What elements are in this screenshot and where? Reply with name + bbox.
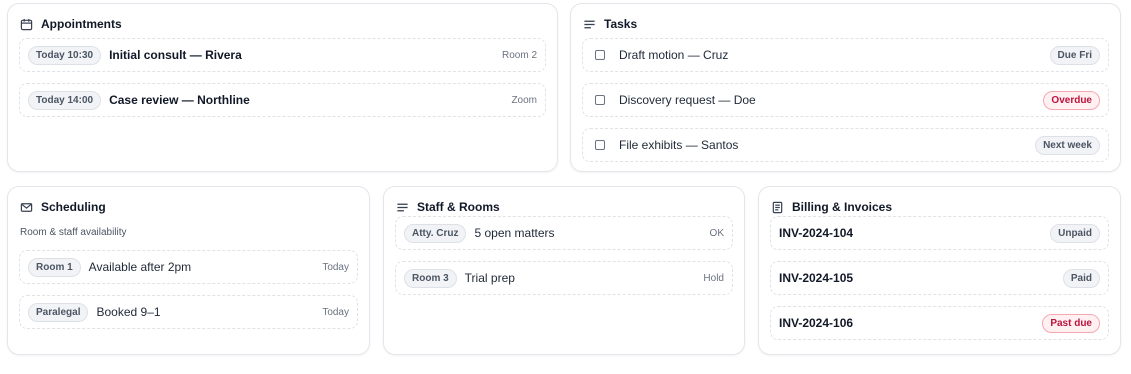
calendar-icon	[20, 18, 33, 31]
task-label: File exhibits — Santos	[619, 138, 739, 152]
tasks-panel: Tasks Draft motion — Cruz Due Fri Discov…	[570, 3, 1121, 172]
appointments-panel: Appointments Today 10:30 Initial consult…	[7, 3, 558, 172]
status-badge: Paid	[1062, 268, 1100, 288]
staff-status: OK	[709, 227, 724, 239]
staff-detail: Trial prep	[464, 271, 515, 285]
task-label: Discovery request — Doe	[619, 93, 756, 107]
invoice-row[interactable]: INV-2024-106 Past due	[770, 306, 1109, 340]
staff-rooms-panel: Staff & Rooms Atty. Cruz 5 open matters …	[383, 186, 745, 355]
availability-when: Today	[322, 306, 349, 318]
invoice-row[interactable]: INV-2024-105 Paid	[770, 261, 1109, 295]
staff-chip: Room 3	[404, 268, 457, 288]
task-label: Draft motion — Cruz	[619, 48, 729, 62]
task-checkbox[interactable]	[595, 140, 605, 150]
availability-when: Today	[322, 261, 349, 273]
appointment-row[interactable]: Today 14:00 Case review — Northline Zoom	[19, 83, 546, 117]
appointments-header: Appointments	[20, 16, 122, 32]
staff-chip: Atty. Cruz	[404, 223, 467, 243]
appointment-title: Case review — Northline	[109, 93, 250, 107]
scheduling-header: Scheduling	[20, 199, 106, 215]
task-row[interactable]: Discovery request — Doe Overdue	[582, 83, 1109, 117]
billing-panel: Billing & Invoices INV-2024-104 Unpaid I…	[758, 186, 1121, 355]
staff-rooms-header: Staff & Rooms	[396, 199, 500, 215]
panel-title: Staff & Rooms	[417, 200, 500, 214]
staff-status: Hold	[703, 272, 724, 284]
invoice-number: INV-2024-105	[779, 271, 854, 285]
task-checkbox[interactable]	[595, 95, 605, 105]
availability-detail: Booked 9–1	[96, 305, 161, 319]
invoice-row[interactable]: INV-2024-104 Unpaid	[770, 216, 1109, 250]
list-icon	[583, 18, 596, 31]
task-checkbox[interactable]	[595, 50, 605, 60]
time-chip: Today 14:00	[28, 90, 102, 110]
status-badge: Next week	[1035, 135, 1100, 155]
appointment-location: Zoom	[511, 94, 537, 106]
scheduling-panel: Scheduling Room & staff availability Roo…	[7, 186, 370, 355]
task-row[interactable]: File exhibits — Santos Next week	[582, 128, 1109, 162]
billing-header: Billing & Invoices	[771, 199, 892, 215]
availability-row[interactable]: Paralegal Booked 9–1 Today	[19, 295, 358, 329]
availability-row[interactable]: Room 1 Available after 2pm Today	[19, 250, 358, 284]
panel-title: Scheduling	[41, 200, 106, 214]
panel-title: Tasks	[604, 17, 638, 31]
status-badge: Overdue	[1043, 90, 1100, 110]
resource-chip: Room 1	[28, 257, 81, 277]
status-badge: Past due	[1042, 313, 1100, 333]
invoice-number: INV-2024-104	[779, 226, 854, 240]
time-chip: Today 10:30	[28, 45, 102, 65]
invoice-number: INV-2024-106	[779, 316, 854, 330]
receipt-icon	[771, 201, 784, 214]
task-row[interactable]: Draft motion — Cruz Due Fri	[582, 38, 1109, 72]
staff-row[interactable]: Atty. Cruz 5 open matters OK	[395, 216, 733, 250]
status-badge: Due Fri	[1049, 45, 1100, 65]
tasks-header: Tasks	[583, 16, 637, 32]
mail-icon	[20, 201, 33, 214]
panel-title: Billing & Invoices	[792, 200, 893, 214]
appointment-title: Initial consult — Rivera	[109, 48, 242, 62]
status-badge: Unpaid	[1050, 223, 1100, 243]
appointment-row[interactable]: Today 10:30 Initial consult — Rivera Roo…	[19, 38, 546, 72]
resource-chip: Paralegal	[28, 302, 89, 322]
panel-title: Appointments	[41, 17, 122, 31]
appointment-location: Room 2	[501, 49, 537, 61]
staff-detail: 5 open matters	[474, 226, 555, 240]
staff-row[interactable]: Room 3 Trial prep Hold	[395, 261, 733, 295]
availability-detail: Available after 2pm	[88, 260, 192, 274]
panel-subtitle: Room & staff availability	[20, 227, 127, 238]
list-icon	[396, 201, 409, 214]
